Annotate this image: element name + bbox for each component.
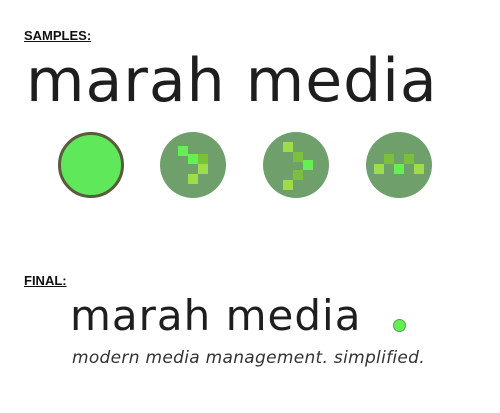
pixel (188, 154, 198, 164)
pixel (404, 154, 414, 164)
pixel (394, 164, 404, 174)
pixel (198, 154, 208, 164)
samples-label: SAMPLES: (24, 28, 92, 43)
pixel (384, 154, 394, 164)
pixel-chevron-alt-icon (263, 132, 329, 198)
pixel (283, 142, 293, 152)
pixel (414, 164, 424, 174)
pixel-chevron-icon (160, 132, 226, 198)
pixel (293, 152, 303, 162)
green-dot-icon (393, 319, 406, 332)
icon-samples-row (58, 132, 438, 200)
pixel (293, 170, 303, 180)
pixel (303, 160, 313, 170)
final-label: FINAL: (24, 273, 67, 288)
sample-wordmark: marah media (26, 46, 438, 116)
pixel-wave-icon (366, 132, 432, 198)
pixel (188, 174, 198, 184)
pixel (178, 146, 188, 156)
final-wordmark: marah media (70, 291, 362, 340)
pixel (283, 180, 293, 190)
pixel (374, 164, 384, 174)
pixel (198, 164, 208, 174)
tagline: modern media management. simplified. (72, 348, 425, 368)
solid-circle-icon (58, 132, 124, 198)
